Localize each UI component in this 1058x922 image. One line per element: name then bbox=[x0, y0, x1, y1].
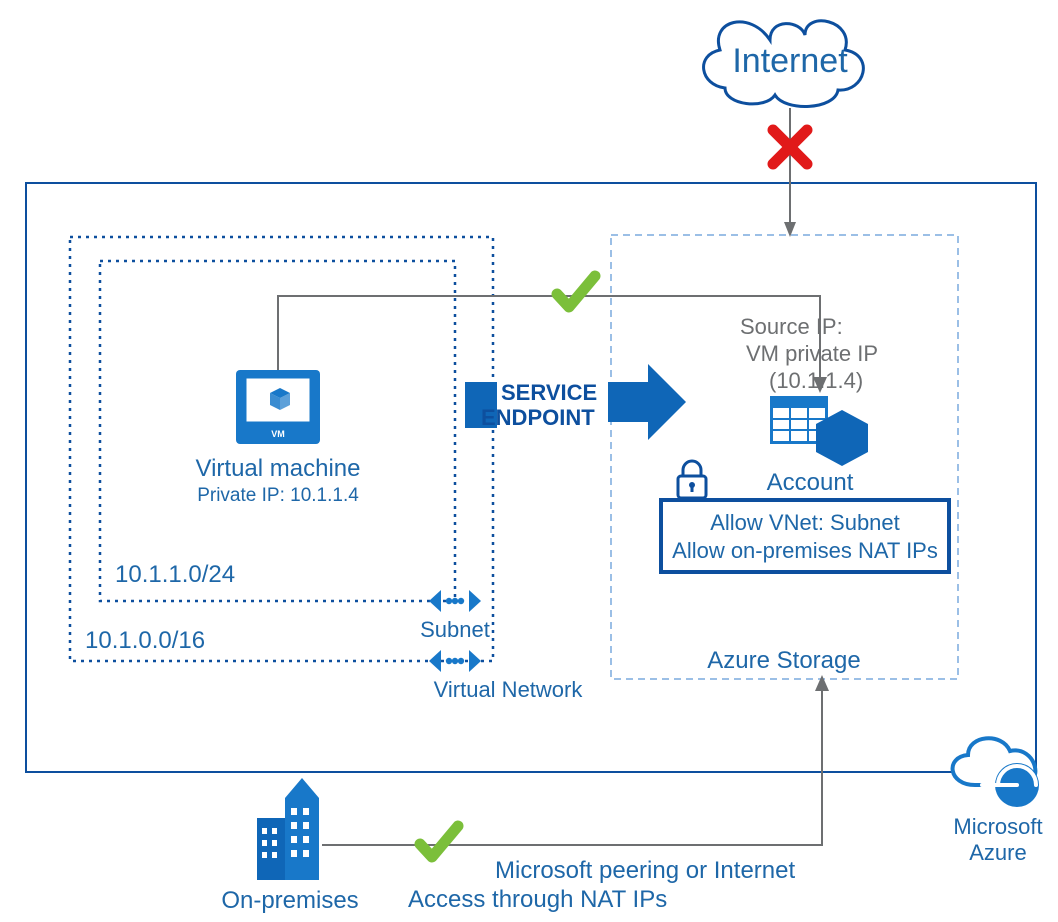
vnet-endpoint-icon bbox=[429, 650, 481, 672]
onprem-to-storage-arrowhead bbox=[815, 675, 829, 691]
vm-icon: VM bbox=[236, 370, 320, 444]
allowed-check-icon bbox=[557, 276, 595, 307]
subnet-label: Subnet bbox=[420, 617, 490, 642]
service-endpoint-l1: SERVICE bbox=[501, 380, 597, 405]
architecture-diagram: Internet VM Virtual machine Private IP: … bbox=[0, 0, 1058, 922]
source-ip-l3: (10.1.1.4) bbox=[769, 368, 863, 393]
azure-storage-box bbox=[611, 235, 958, 679]
azure-cloud-icon bbox=[953, 738, 1039, 807]
storage-rule-2: Allow on-premises NAT IPs bbox=[672, 538, 938, 563]
subnet-endpoint-icon bbox=[429, 590, 481, 612]
storage-account-icon bbox=[770, 396, 868, 466]
nat-label: Access through NAT IPs bbox=[408, 886, 667, 913]
peering-label: Microsoft peering or Internet bbox=[495, 857, 795, 884]
onprem-label: On-premises bbox=[221, 887, 358, 914]
onprem-to-storage-line bbox=[322, 682, 822, 845]
vnet-box bbox=[70, 237, 493, 661]
storage-account-label: Account bbox=[767, 469, 854, 496]
lock-icon bbox=[678, 461, 706, 498]
subnet-cidr: 10.1.1.0/24 bbox=[115, 561, 235, 588]
source-ip-l2: VM private IP bbox=[746, 341, 878, 366]
allowed-check-icon-2 bbox=[420, 826, 458, 857]
internet-label: Internet bbox=[732, 42, 848, 80]
service-endpoint-l2: ENDPOINT bbox=[481, 405, 595, 430]
vnet-label: Virtual Network bbox=[434, 677, 584, 702]
vnet-cidr: 10.1.0.0/16 bbox=[85, 627, 205, 654]
azure-storage-title: Azure Storage bbox=[707, 647, 860, 674]
azure-label-2: Azure bbox=[969, 840, 1026, 865]
source-ip-l1: Source IP: bbox=[740, 314, 843, 339]
vm-to-storage-line bbox=[278, 296, 820, 385]
service-endpoint-arrow-icon bbox=[608, 364, 686, 440]
svg-text:VM: VM bbox=[271, 429, 285, 439]
onprem-building-icon bbox=[257, 778, 319, 880]
azure-label-1: Microsoft bbox=[953, 814, 1042, 839]
vm-subtitle: Private IP: 10.1.1.4 bbox=[197, 485, 359, 506]
storage-rule-1: Allow VNet: Subnet bbox=[710, 510, 900, 535]
vm-title: Virtual machine bbox=[196, 455, 361, 482]
